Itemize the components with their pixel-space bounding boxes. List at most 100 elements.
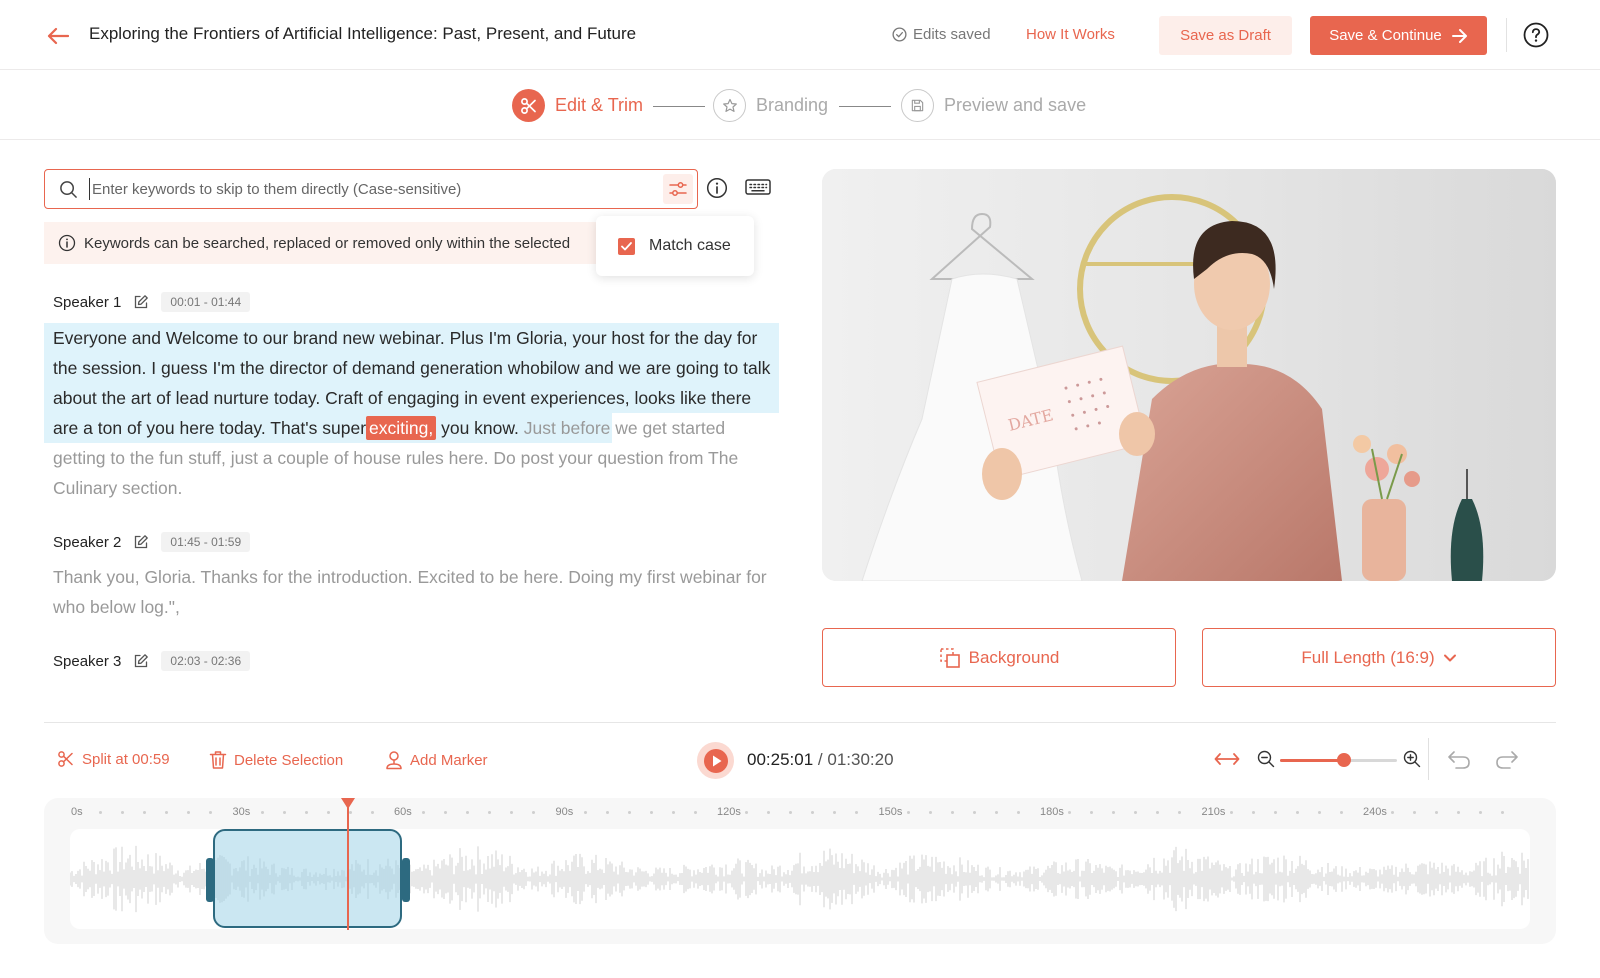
transcript-text[interactable]: Thank you, Gloria. Thanks for the introd… [53,567,767,617]
ruler-tick [510,811,513,814]
ruler-tick [1295,811,1299,814]
fit-timeline-button[interactable] [1214,748,1240,775]
video-frame-image: DATE [822,169,1556,581]
ruler-tick [209,811,212,814]
undo-button[interactable] [1447,750,1471,775]
delete-selection-button[interactable]: Delete Selection [209,750,343,770]
transcript-segment[interactable]: Everyone and Welcome to our brand new we… [53,323,773,503]
edit-speaker-button[interactable] [133,534,149,550]
zoom-in-button[interactable] [1403,750,1421,773]
scissors-icon [520,97,536,114]
total-time: 01:30:20 [827,750,894,769]
aspect-ratio-dropdown[interactable]: Full Length (16:9) [1202,628,1556,687]
speaker-header: Speaker 3 02:03 - 02:36 [53,651,251,671]
search-info-button[interactable] [706,177,728,204]
project-title: Exploring the Frontiers of Artificial In… [89,24,637,43]
ruler-tick [1112,811,1115,814]
background-icon [939,647,960,668]
add-marker-button[interactable]: Add Marker [385,750,488,770]
segment-time: 02:03 - 02:36 [161,651,251,671]
match-case-checkbox[interactable] [618,237,635,255]
aspect-ratio-label: Full Length (16:9) [1301,647,1435,667]
save-draft-button[interactable]: Save as Draft [1159,16,1292,55]
zoom-out-icon [1257,750,1275,768]
zoom-slider-thumb[interactable] [1337,753,1351,767]
video-preview[interactable]: DATE [822,169,1556,581]
background-button[interactable]: Background [822,628,1176,687]
current-time: 00:25:01 [747,750,814,769]
zoom-slider-fill [1280,759,1344,762]
add-marker-label: Add Marker [410,751,488,769]
step-connector [839,106,891,107]
ruler-tick [1229,811,1233,814]
step-edit-trim-label: Edit & Trim [555,95,644,115]
ruler-tick [532,811,535,814]
step-preview-save-label: Preview and save [944,95,1087,115]
ruler-tick [789,811,792,814]
how-it-works-link[interactable]: How It Works [1026,26,1115,43]
search-box [44,169,698,209]
keyword-match[interactable]: exciting, [366,416,437,440]
search-options-button[interactable] [663,174,693,204]
keyboard-icon [745,179,771,195]
ruler-tick [187,811,190,814]
keyboard-shortcuts-button[interactable] [745,178,771,201]
ruler-tick [994,811,998,814]
step-branding-circle [713,89,746,122]
check-icon [621,241,632,250]
playhead-handle[interactable] [341,798,355,809]
arrow-right-icon [1451,28,1467,43]
speaker-name: Speaker 1 [53,293,122,311]
selection-start-handle[interactable] [206,858,214,902]
ruler-tick [260,811,264,814]
ruler-tick [745,811,748,814]
ruler-tick [972,811,976,814]
trash-icon [209,751,227,769]
stepper: Edit & Trim Branding Preview and save [0,70,1600,140]
ruler-tick [304,811,308,814]
step-branding[interactable]: Branding [713,89,828,122]
ruler-tick [370,811,374,814]
selection-end-handle[interactable] [402,858,410,902]
edit-speaker-button[interactable] [133,653,149,669]
edit-speaker-button[interactable] [133,294,149,310]
star-icon [722,98,737,112]
ruler-tick [1016,811,1020,814]
ruler-tick [99,811,102,814]
search-input[interactable] [89,178,649,200]
ruler-tick [1273,811,1277,814]
step-edit-trim[interactable]: Edit & Trim [512,89,643,122]
ruler-tick [1457,811,1460,814]
segment-time: 01:45 - 01:59 [161,532,251,552]
section-divider [44,722,1556,723]
split-button[interactable]: Split at 00:59 [57,750,170,768]
help-button[interactable] [1523,22,1549,48]
timeline-selection[interactable] [213,829,402,928]
help-icon [1523,22,1549,48]
zoom-out-button[interactable] [1257,750,1275,773]
transcript-segment[interactable]: Thank you, Gloria. Thanks for the introd… [53,562,773,622]
selected-transcript-text[interactable]: you know. [436,418,519,438]
ruler-tick [649,811,653,814]
ruler-tick [326,811,330,814]
ruler-label: 240s [1363,806,1387,818]
zoom-in-icon [1403,750,1421,768]
fit-width-icon [1214,753,1240,765]
search-options-popover: Match case [596,216,754,276]
back-button[interactable] [44,22,72,50]
segment-time: 00:01 - 01:44 [161,292,251,312]
ruler-tick [1339,811,1343,814]
save-continue-button[interactable]: Save & Continue [1310,16,1487,55]
ruler-tick [121,811,124,814]
ruler-label: 210s [1201,806,1226,818]
ruler-tick [282,811,286,814]
split-button-label: Split at 00:59 [82,750,170,768]
save-continue-label: Save & Continue [1329,27,1442,44]
redo-button[interactable] [1495,750,1519,775]
ruler-tick [1090,811,1093,814]
play-button[interactable] [697,742,734,779]
step-connector [653,106,705,107]
ruler-tick [833,811,836,814]
step-preview-save[interactable]: Preview and save [901,89,1086,122]
ruler-tick [1317,811,1321,814]
